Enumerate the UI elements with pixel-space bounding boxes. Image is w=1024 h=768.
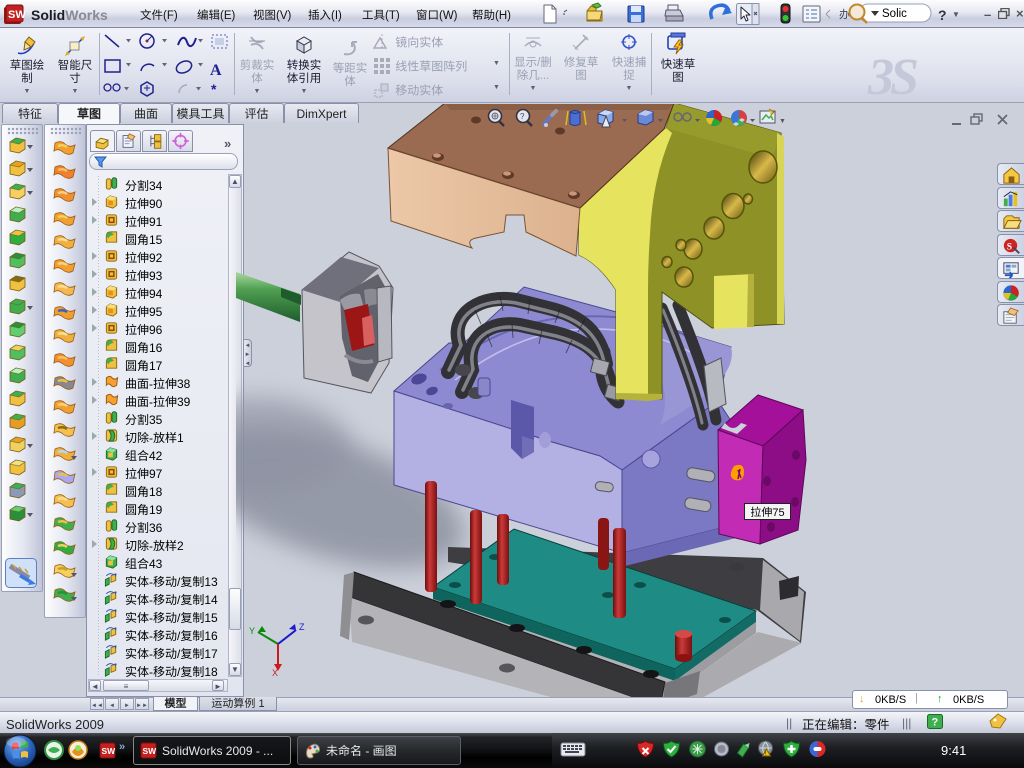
svg-text:!: !: [765, 751, 766, 758]
svg-text:SW: SW: [8, 9, 25, 21]
svg-text:*: *: [211, 81, 217, 97]
svg-text:»: »: [119, 738, 125, 754]
svg-text:Y: Y: [249, 626, 255, 636]
svg-text:?: ?: [520, 111, 525, 122]
svg-text:SW: SW: [102, 746, 117, 756]
svg-text:?: ?: [932, 717, 939, 729]
svg-text:SW: SW: [143, 746, 158, 756]
svg-text:S: S: [1007, 241, 1012, 252]
svg-text:A: A: [210, 62, 222, 79]
svg-text:Solic: Solic: [882, 8, 907, 20]
svg-text:X: X: [272, 668, 278, 678]
svg-text:Z: Z: [299, 622, 305, 632]
